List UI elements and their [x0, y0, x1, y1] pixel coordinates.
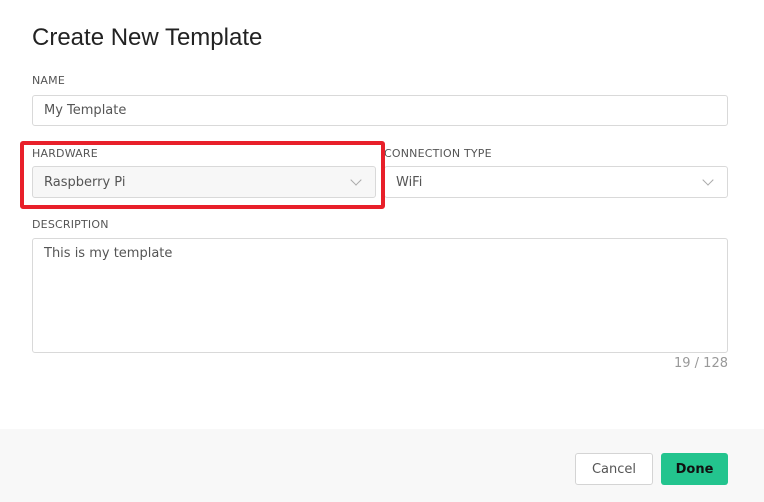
connection-type-label: CONNECTION TYPE — [384, 147, 492, 160]
connection-type-value: WiFi — [396, 174, 423, 190]
chevron-down-icon — [702, 174, 714, 186]
description-value: This is my template — [44, 246, 173, 261]
hardware-value: Raspberry Pi — [44, 174, 126, 190]
cancel-button[interactable]: Cancel — [575, 453, 653, 485]
hardware-label: HARDWARE — [32, 147, 98, 160]
description-textarea[interactable]: This is my template — [32, 238, 728, 353]
name-value: My Template — [44, 103, 127, 118]
chevron-down-icon — [350, 174, 362, 186]
name-input[interactable]: My Template — [32, 95, 728, 126]
character-counter: 19 / 128 — [674, 356, 728, 371]
description-label: DESCRIPTION — [32, 218, 109, 231]
done-button[interactable]: Done — [661, 453, 728, 485]
connection-type-select[interactable]: WiFi — [384, 166, 728, 198]
dialog-title: Create New Template — [32, 24, 263, 51]
hardware-select[interactable]: Raspberry Pi — [32, 166, 376, 198]
name-label: NAME — [32, 74, 65, 87]
